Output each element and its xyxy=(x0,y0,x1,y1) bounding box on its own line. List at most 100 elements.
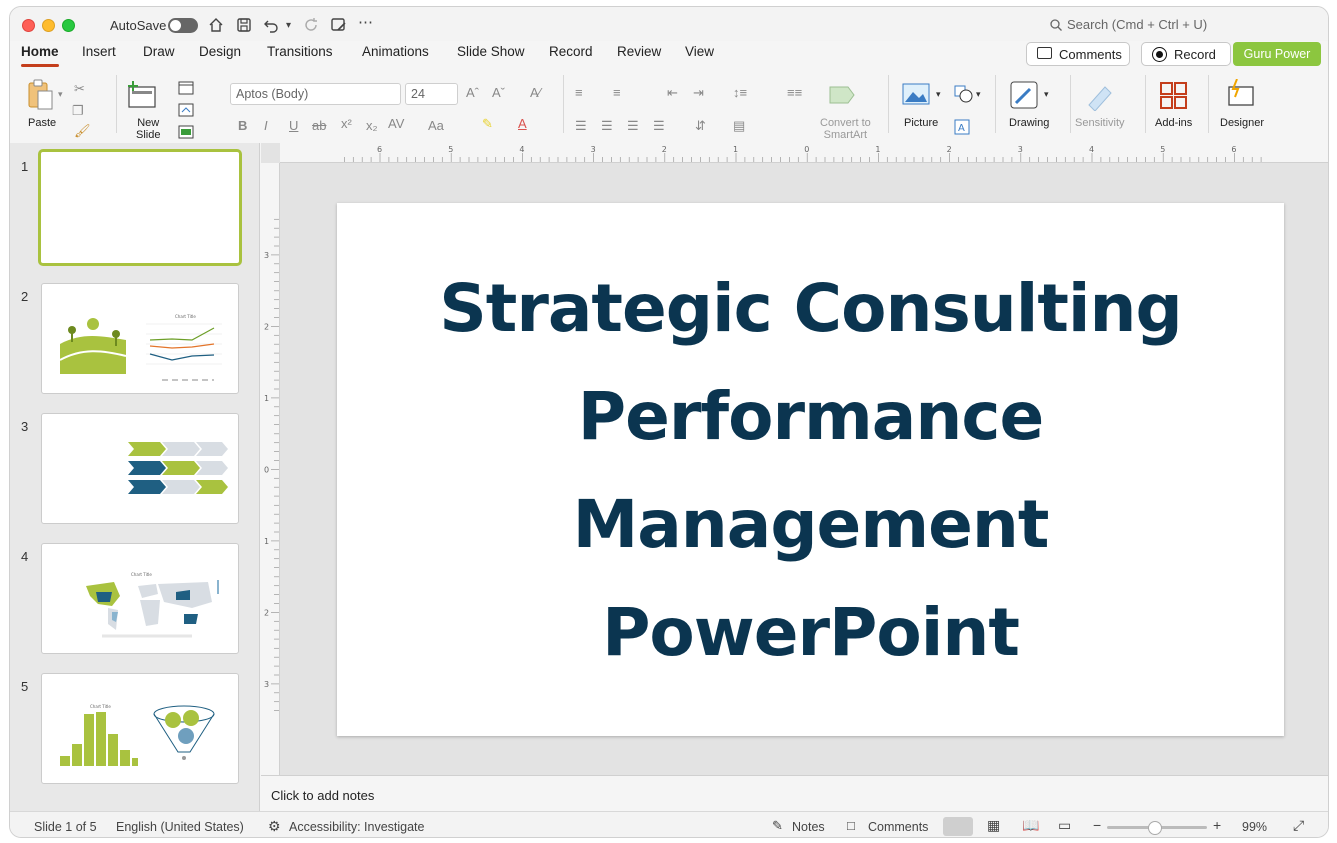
bold-icon[interactable]: B xyxy=(238,118,247,133)
section-icon[interactable] xyxy=(178,125,194,139)
clear-formatting-icon[interactable]: A∕ xyxy=(530,85,541,100)
fit-to-window-icon[interactable]: ⤢ xyxy=(1293,817,1304,834)
drawing-icon[interactable] xyxy=(1010,81,1040,111)
text-direction-icon[interactable]: ⇵ xyxy=(695,118,706,134)
minimize-window-button[interactable] xyxy=(42,19,55,32)
notes-icon[interactable]: ✎ xyxy=(772,818,783,834)
smartart-icon[interactable] xyxy=(828,83,858,109)
reading-view-icon[interactable]: 📖 xyxy=(1022,817,1039,834)
increase-indent-icon[interactable]: ⇥ xyxy=(693,85,704,101)
font-name-select[interactable]: Aptos (Body) xyxy=(230,83,401,105)
align-center-icon[interactable]: ☰ xyxy=(601,118,613,134)
save-icon[interactable] xyxy=(236,17,252,33)
underline-icon[interactable]: U xyxy=(289,118,298,133)
columns-icon[interactable]: ≡≡ xyxy=(787,85,802,100)
italic-icon[interactable]: I xyxy=(264,118,268,133)
slide-title[interactable]: Strategic Consulting Performance Managem… xyxy=(337,255,1284,687)
sensitivity-icon[interactable] xyxy=(1085,81,1113,111)
comments-button[interactable]: Comments xyxy=(1026,42,1130,66)
picture-icon[interactable] xyxy=(902,83,930,107)
layout-icon[interactable] xyxy=(178,81,194,95)
slide-thumbnail-1[interactable] xyxy=(38,149,242,266)
home-icon[interactable] xyxy=(208,17,224,33)
align-right-icon[interactable]: ☰ xyxy=(627,118,639,134)
add-ins-icon[interactable] xyxy=(1159,81,1189,111)
slide-sorter-icon[interactable]: ▦ xyxy=(987,817,1000,834)
ribbon-separator xyxy=(1145,75,1146,133)
slide-thumbnail-2[interactable]: Chart Title xyxy=(41,283,239,394)
ruler-tick-label: 2 xyxy=(264,323,269,332)
align-left-icon[interactable]: ☰ xyxy=(575,118,587,134)
tab-draw[interactable]: Draw xyxy=(143,44,175,59)
autosave-toggle[interactable] xyxy=(168,18,198,33)
bullets-icon[interactable]: ≡ xyxy=(575,85,583,100)
shapes-icon[interactable] xyxy=(954,85,974,103)
normal-view-button[interactable] xyxy=(943,817,973,836)
slideshow-view-icon[interactable]: ▭ xyxy=(1058,817,1071,834)
tab-view[interactable]: View xyxy=(685,44,714,59)
cut-icon[interactable]: ✂ xyxy=(74,81,85,97)
justify-icon[interactable]: ☰ xyxy=(653,118,665,134)
zoom-out-icon[interactable]: − xyxy=(1093,817,1101,833)
search-box[interactable]: Search (Cmd + Ctrl + U) xyxy=(1067,17,1207,32)
zoom-slider-knob[interactable] xyxy=(1148,821,1162,835)
slideshow-icon[interactable] xyxy=(330,17,348,33)
font-size-select[interactable]: 24 xyxy=(405,83,458,105)
notes-button[interactable]: Notes xyxy=(792,820,825,834)
guru-power-button[interactable]: Guru Power xyxy=(1233,42,1321,66)
tab-home[interactable]: Home xyxy=(21,44,59,59)
tab-insert[interactable]: Insert xyxy=(82,44,116,59)
shapes-dropdown-icon[interactable]: ▾ xyxy=(976,89,981,100)
accessibility-status[interactable]: Accessibility: Investigate xyxy=(289,820,424,834)
tab-design[interactable]: Design xyxy=(199,44,241,59)
undo-icon[interactable] xyxy=(263,17,279,33)
highlight-icon[interactable]: ✎ xyxy=(482,116,493,132)
new-slide-icon[interactable] xyxy=(127,81,157,109)
paste-icon[interactable] xyxy=(26,79,56,111)
drawing-dropdown-icon[interactable]: ▾ xyxy=(1044,89,1049,100)
slide-thumbnail-4[interactable]: Chart Title xyxy=(41,543,239,654)
superscript-icon[interactable]: x² xyxy=(341,116,352,131)
tab-review[interactable]: Review xyxy=(617,44,661,59)
increase-font-icon[interactable]: Aˆ xyxy=(466,85,479,100)
text-box-icon[interactable]: A xyxy=(954,119,970,135)
decrease-indent-icon[interactable]: ⇤ xyxy=(667,85,678,101)
tab-animations[interactable]: Animations xyxy=(362,44,429,59)
font-color-icon[interactable]: A xyxy=(518,116,527,131)
redo-icon[interactable] xyxy=(303,17,319,33)
tab-transitions[interactable]: Transitions xyxy=(267,44,333,59)
tab-slide-show[interactable]: Slide Show xyxy=(457,44,525,59)
comments-status-icon[interactable]: □ xyxy=(847,818,855,833)
more-options-icon[interactable]: ⋯ xyxy=(358,13,374,33)
copy-icon[interactable]: ❐ xyxy=(72,103,84,119)
notes-pane[interactable]: Click to add notes xyxy=(261,775,1328,811)
picture-dropdown-icon[interactable]: ▾ xyxy=(936,89,941,100)
comments-status-button[interactable]: Comments xyxy=(868,820,928,834)
align-text-icon[interactable]: ▤ xyxy=(733,118,745,134)
current-slide[interactable]: Strategic Consulting Performance Managem… xyxy=(337,203,1284,736)
reset-icon[interactable] xyxy=(178,103,194,117)
record-button-label: Record xyxy=(1174,47,1216,62)
powerpoint-window: AutoSave ▾ ⋯ Search (Cmd + Ctrl + U) Hom… xyxy=(9,6,1329,838)
record-button[interactable]: Record xyxy=(1141,42,1231,66)
accessibility-icon[interactable]: ⚙ xyxy=(268,818,281,835)
paste-dropdown-icon[interactable]: ▾ xyxy=(58,89,63,100)
maximize-window-button[interactable] xyxy=(62,19,75,32)
character-spacing-icon[interactable]: AV xyxy=(388,116,404,131)
change-case-icon[interactable]: Aa xyxy=(428,118,444,133)
strikethrough-icon[interactable]: ab xyxy=(312,118,326,133)
decrease-font-icon[interactable]: Aˇ xyxy=(492,85,505,100)
zoom-in-icon[interactable]: + xyxy=(1213,817,1221,833)
language-indicator[interactable]: English (United States) xyxy=(116,820,244,834)
slide-thumbnail-5[interactable]: Chart Title xyxy=(41,673,239,784)
line-spacing-icon[interactable]: ↕≡ xyxy=(733,85,747,100)
tab-record[interactable]: Record xyxy=(549,44,593,59)
slide-thumbnail-3[interactable] xyxy=(41,413,239,524)
numbering-icon[interactable]: ≡ xyxy=(613,85,621,100)
format-painter-icon[interactable]: 🖌 xyxy=(74,123,91,139)
close-window-button[interactable] xyxy=(22,19,35,32)
zoom-level[interactable]: 99% xyxy=(1242,820,1267,834)
undo-dropdown-icon[interactable]: ▾ xyxy=(286,16,291,36)
designer-icon[interactable] xyxy=(1225,79,1257,111)
subscript-icon[interactable]: x₂ xyxy=(366,118,378,133)
